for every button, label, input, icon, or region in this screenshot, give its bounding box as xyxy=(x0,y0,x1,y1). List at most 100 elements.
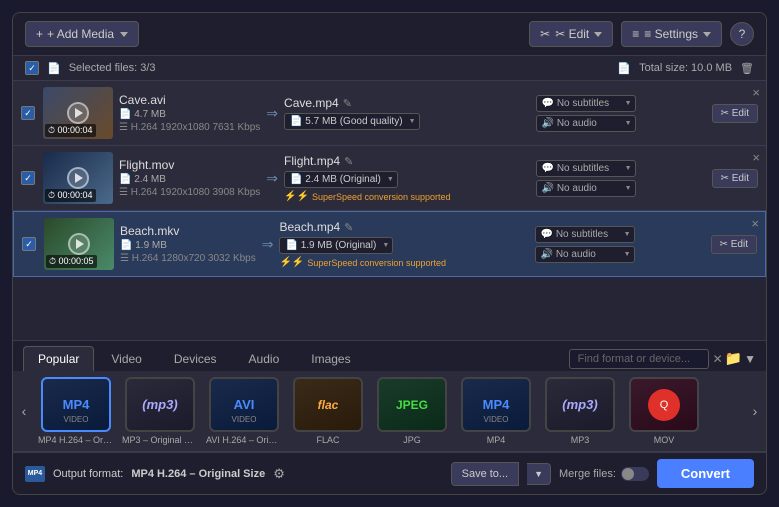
cave-subtitles-select[interactable]: 💬 No subtitles xyxy=(536,95,636,112)
folder-icon[interactable]: 📁 xyxy=(725,350,742,367)
beach-audio-select[interactable]: 🔊 No audio xyxy=(535,246,635,263)
cave-audio-wrapper: 🔊 No audio xyxy=(536,115,636,132)
top-bar: + + Add Media ✂ ✂ Edit ≡ ≡ Settings ? xyxy=(13,13,766,56)
cave-checkbox[interactable] xyxy=(21,106,35,120)
format-card-mp4b[interactable]: MP4 VIDEO MP4 xyxy=(457,377,535,445)
beach-superspeed-badge: ⚡⚡ SuperSpeed conversion supported xyxy=(279,257,528,268)
format-card-mov[interactable]: Q MOV xyxy=(625,377,703,445)
format-next-button[interactable]: › xyxy=(744,400,766,422)
cave-audio-select[interactable]: 🔊 No audio xyxy=(536,115,636,132)
flight-close-icon[interactable]: × xyxy=(752,151,760,164)
format-card-mp3[interactable]: (mp3) MP3 – Original Bitr... xyxy=(121,377,199,445)
format-search-input[interactable] xyxy=(569,349,709,369)
beach-duration: ⏱ 00:00:05 xyxy=(46,255,97,268)
expand-arrow-icon[interactable]: ▼ xyxy=(744,352,756,366)
beach-quality-select[interactable]: 📄 1.9 MB (Original) xyxy=(279,237,393,254)
output-format-value: MP4 H.264 – Original Size xyxy=(131,468,265,480)
add-media-button[interactable]: + + Add Media xyxy=(25,21,139,47)
beach-superspeed-icon: ⚡⚡ xyxy=(279,257,304,268)
files-bar: 📄 Selected files: 3/3 📄 Total size: 10.0… xyxy=(13,56,766,81)
add-media-dropdown-arrow xyxy=(120,32,128,37)
beach-sub-audio: 💬 No subtitles 🔊 No audio xyxy=(535,226,705,263)
delete-icon[interactable]: 🗑 xyxy=(740,62,754,75)
jpeg-label: JPG xyxy=(374,435,450,445)
select-all-checkbox[interactable] xyxy=(25,61,39,75)
flac-tag: flac xyxy=(318,399,339,411)
scissors-icon: ✂ xyxy=(540,27,550,41)
beach-play-button[interactable] xyxy=(68,233,90,255)
cave-sub-wrapper: 💬 No subtitles xyxy=(536,95,636,112)
format-card-flac[interactable]: flac FLAC xyxy=(289,377,367,445)
settings-button[interactable]: ≡ ≡ Settings xyxy=(621,21,722,47)
format-card-mp3b[interactable]: (mp3) MP3 xyxy=(541,377,619,445)
flight-edit-button[interactable]: ✂ Edit xyxy=(712,169,758,188)
mp3-tag: (mp3) xyxy=(142,398,177,411)
convert-arrow-cave: ⇒ xyxy=(266,105,278,122)
format-prev-button[interactable]: ‹ xyxy=(13,400,35,422)
flight-sub-audio: 💬 No subtitles 🔊 No audio xyxy=(536,160,706,197)
flight-edit-name-icon[interactable]: ✎ xyxy=(344,155,353,168)
save-to-button[interactable]: Save to... xyxy=(451,462,519,486)
mp4b-tag: MP4 xyxy=(483,398,510,411)
tab-devices[interactable]: Devices xyxy=(159,346,232,371)
flight-quality-select[interactable]: 📄 2.4 MB (Original) xyxy=(284,171,398,188)
cave-play-button[interactable] xyxy=(67,102,89,124)
beach-close-icon[interactable]: × xyxy=(751,217,759,230)
convert-arrow-flight: ⇒ xyxy=(266,170,278,187)
file-icon: 📄 xyxy=(47,62,61,75)
merge-toggle[interactable] xyxy=(621,467,649,481)
app-window: + + Add Media ✂ ✂ Edit ≡ ≡ Settings ? 📄 … xyxy=(12,12,767,495)
cave-quality-wrapper: 📄 5.7 MB (Good quality) xyxy=(284,113,420,130)
merge-area: Merge files: xyxy=(559,467,649,481)
flight-sub-wrapper: 💬 No subtitles xyxy=(536,160,636,177)
flight-quality-wrapper: 📄 2.4 MB (Original) xyxy=(284,171,398,188)
flight-subtitles-select[interactable]: 💬 No subtitles xyxy=(536,160,636,177)
cave-thumbnail[interactable]: ⏱ 00:00:04 xyxy=(43,87,113,139)
mp4-orig-tag: MP4 xyxy=(63,398,90,411)
beach-checkbox[interactable] xyxy=(22,237,36,251)
cave-edit-button[interactable]: ✂ Edit xyxy=(712,104,758,123)
flight-output-info: Flight.mp4 ✎ 📄 2.4 MB (Original) ⚡⚡ Supe… xyxy=(284,154,530,202)
tab-popular[interactable]: Popular xyxy=(23,346,94,371)
cave-quality-select[interactable]: 📄 5.7 MB (Good quality) xyxy=(284,113,420,130)
total-size-label: Total size: 10.0 MB xyxy=(639,62,732,74)
beach-edit-name-icon[interactable]: ✎ xyxy=(344,221,353,234)
play-triangle-icon xyxy=(75,108,83,118)
flight-thumbnail[interactable]: ⏱ 00:00:04 xyxy=(43,152,113,204)
cave-filename: Cave.avi xyxy=(119,93,260,107)
tab-images[interactable]: Images xyxy=(296,346,365,371)
output-format-icon: MP4 xyxy=(25,466,45,482)
mp3-icon: (mp3) xyxy=(125,377,195,432)
beach-edit-button[interactable]: ✂ Edit xyxy=(711,235,757,254)
format-card-jpeg[interactable]: JPEG JPG xyxy=(373,377,451,445)
clear-search-icon[interactable]: ✕ xyxy=(713,352,723,366)
question-icon: ? xyxy=(739,27,746,41)
flight-audio-select[interactable]: 🔊 No audio xyxy=(536,180,636,197)
tab-video[interactable]: Video xyxy=(96,346,156,371)
beach-play-triangle xyxy=(76,239,84,249)
edit-button[interactable]: ✂ ✂ Edit xyxy=(529,21,613,47)
mp3b-icon: (mp3) xyxy=(545,377,615,432)
convert-button[interactable]: Convert xyxy=(657,459,754,488)
help-button[interactable]: ? xyxy=(730,22,754,46)
cave-output-name: Cave.mp4 xyxy=(284,96,339,110)
beach-thumbnail[interactable]: ⏱ 00:00:05 xyxy=(44,218,114,270)
flight-play-button[interactable] xyxy=(67,167,89,189)
output-settings-gear-icon[interactable]: ⚙ xyxy=(273,466,285,482)
beach-output-info: Beach.mp4 ✎ 📄 1.9 MB (Original) ⚡⚡ Super… xyxy=(279,220,528,268)
cave-close-icon[interactable]: × xyxy=(752,86,760,99)
cave-edit-name-icon[interactable]: ✎ xyxy=(343,97,352,110)
format-tabs-section: Popular Video Devices Audio Images ✕ 📁 ▼… xyxy=(13,340,766,452)
save-to-dropdown-button[interactable]: ▼ xyxy=(527,463,551,485)
beach-subtitles-select[interactable]: 💬 No subtitles xyxy=(535,226,635,243)
tab-audio[interactable]: Audio xyxy=(234,346,295,371)
selected-files-label: Selected files: 3/3 xyxy=(69,62,156,74)
flight-checkbox[interactable] xyxy=(21,171,35,185)
mp4b-icon: MP4 VIDEO xyxy=(461,377,531,432)
edit-dropdown-arrow xyxy=(594,32,602,37)
add-icon: + xyxy=(36,27,43,41)
cave-resolution: ☰ H.264 1920x1080 7631 Kbps xyxy=(119,122,260,133)
flight-file-info: Flight.mov 📄 2.4 MB ☰ H.264 1920x1080 39… xyxy=(119,158,260,198)
format-card-avi[interactable]: AVI VIDEO AVI H.264 – Origi... xyxy=(205,377,283,445)
format-card-mp4-orig[interactable]: MP4 VIDEO MP4 H.264 – Origi... xyxy=(37,377,115,445)
